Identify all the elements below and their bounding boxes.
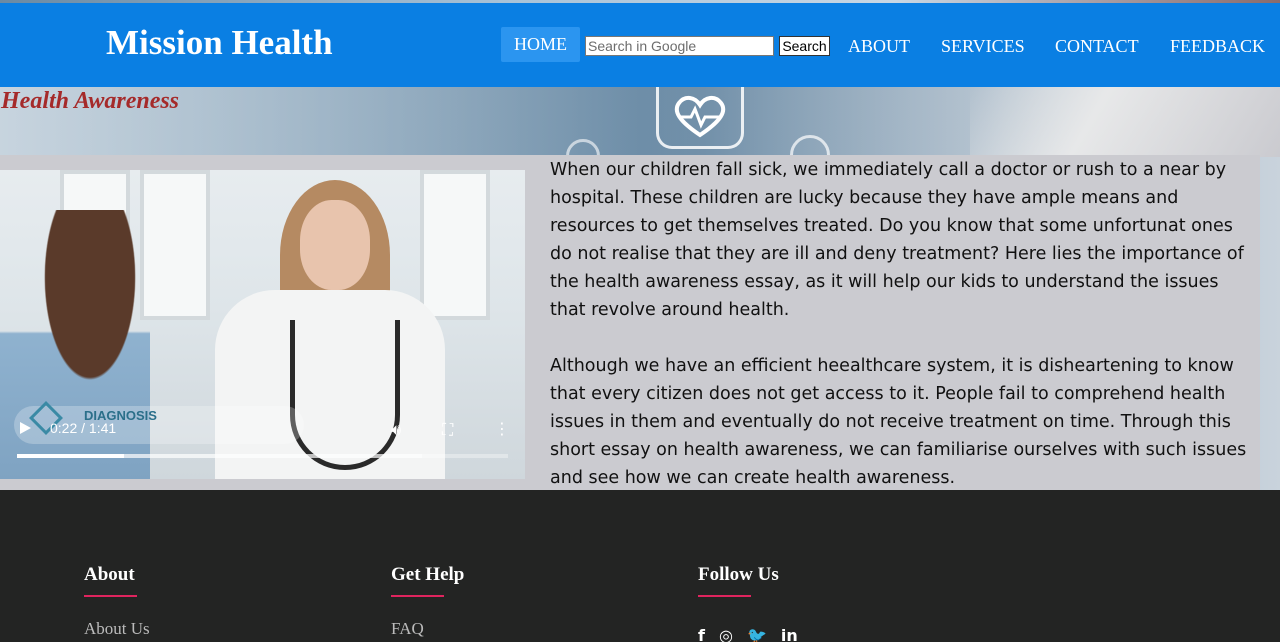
footer-heading: About: [84, 564, 135, 585]
linkedin-icon[interactable]: in: [781, 626, 798, 642]
volume-icon[interactable]: 🔊︎: [391, 422, 401, 438]
video-progress-fill: [17, 454, 124, 458]
footer-heading: Follow Us: [698, 564, 779, 585]
nav-services[interactable]: SERVICES: [941, 36, 1025, 56]
search-input[interactable]: [585, 36, 774, 56]
more-options-icon[interactable]: ⋮: [494, 421, 510, 437]
footer-link-faq[interactable]: FAQ: [391, 619, 464, 639]
site-footer: About About Us Get Help FAQ Follow Us f …: [0, 490, 1280, 642]
window-decor: [140, 170, 210, 320]
twitter-icon[interactable]: 🐦: [747, 626, 767, 642]
nav-feedback[interactable]: FEEDBACK: [1170, 36, 1265, 56]
fullscreen-icon[interactable]: ⛶: [442, 422, 453, 438]
footer-help-column: Get Help FAQ: [391, 564, 464, 639]
footer-underline: [698, 595, 751, 597]
hero-decor-coat: [970, 87, 1280, 157]
footer-about-column: About About Us: [84, 564, 150, 639]
site-header: Mission Health HOME Search ABOUT SERVICE…: [0, 3, 1280, 87]
article-paragraph: When our children fall sick, we immediat…: [550, 160, 1244, 320]
stethoscope: [290, 320, 400, 470]
footer-link-about-us[interactable]: About Us: [84, 619, 150, 639]
facebook-icon[interactable]: f: [698, 626, 705, 642]
heart-icon: [674, 96, 726, 138]
play-icon[interactable]: [20, 422, 31, 434]
footer-follow-column: Follow Us f ◎ 🐦 in: [698, 564, 798, 642]
doctor-face: [300, 200, 370, 290]
article-text: When our children fall sick, we immediat…: [550, 156, 1255, 492]
nav-contact[interactable]: CONTACT: [1055, 36, 1139, 56]
video-time: 0:22 / 1:41: [50, 420, 117, 436]
footer-underline: [391, 595, 444, 597]
article-paragraph: Although we have an efficient heealthcar…: [550, 356, 1247, 488]
footer-underline: [84, 595, 137, 597]
heart-monitor-icon: [656, 87, 744, 149]
nav-about[interactable]: ABOUT: [848, 36, 910, 56]
video-progress-bar[interactable]: [17, 454, 508, 458]
window-decor: [420, 170, 490, 320]
page-title: Health Awareness: [1, 88, 180, 114]
instagram-icon[interactable]: ◎: [719, 626, 733, 642]
social-links: f ◎ 🐦 in: [698, 626, 798, 642]
brand-logo[interactable]: Mission Health: [106, 23, 333, 63]
search-button[interactable]: Search: [779, 36, 830, 56]
footer-heading: Get Help: [391, 564, 465, 585]
video-player[interactable]: DIAGNOSIS 0:22 / 1:41 🔊︎ ⛶ ⋮: [0, 170, 525, 479]
nav-home[interactable]: HOME: [501, 27, 580, 62]
